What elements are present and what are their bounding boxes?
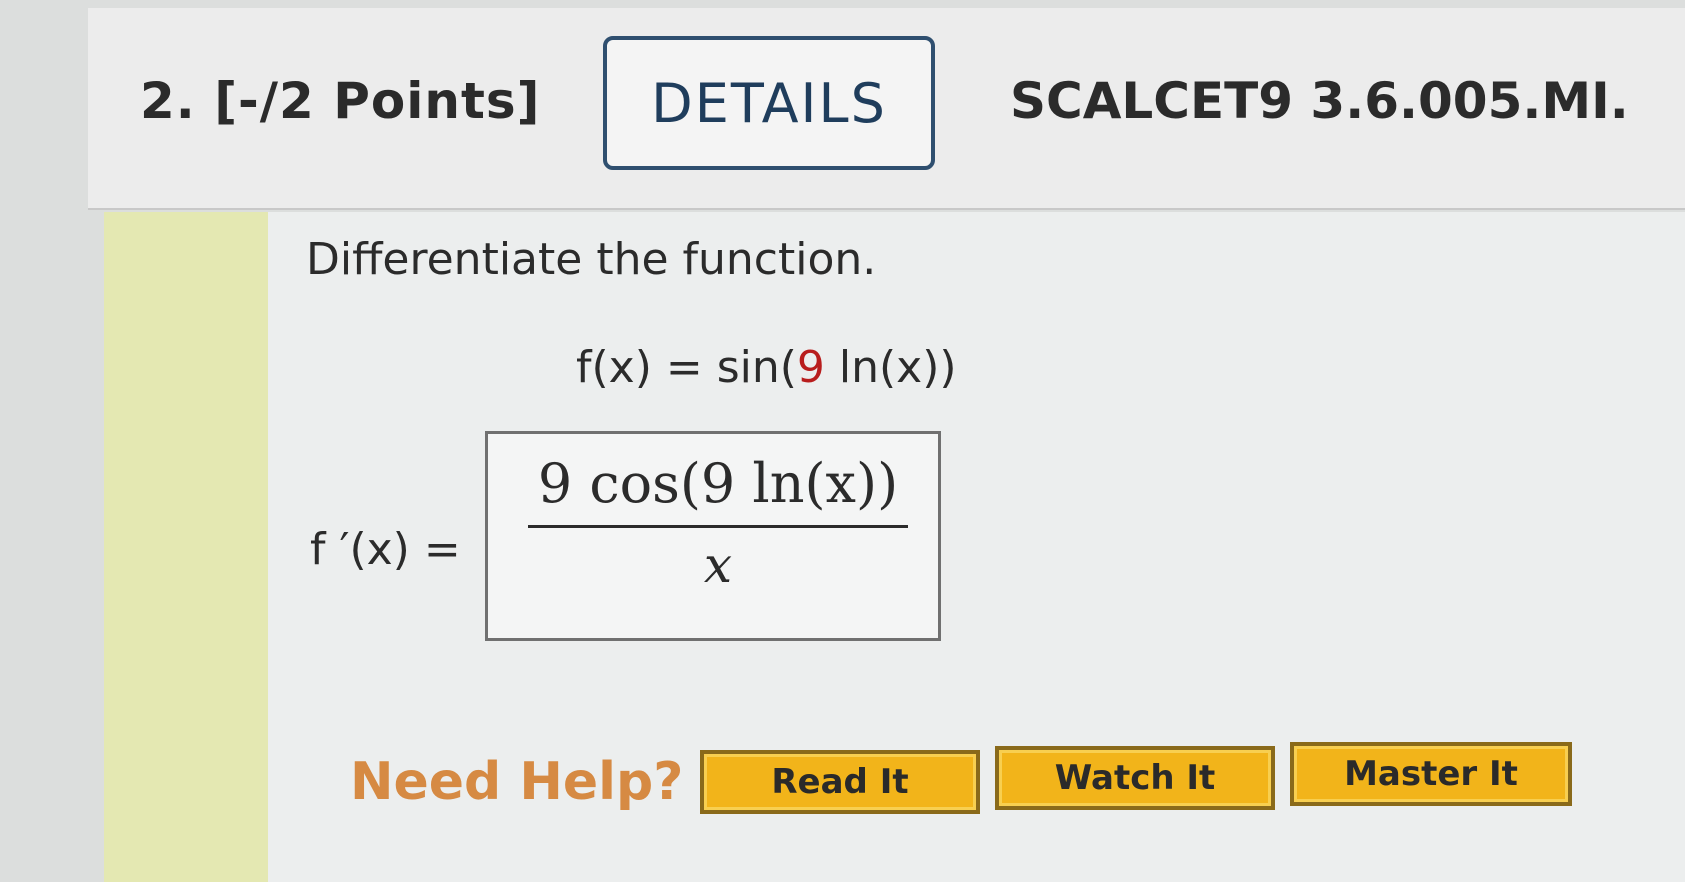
function-rhs: ln(x)) (824, 342, 957, 393)
function-lhs: f(x) = sin( (576, 342, 797, 393)
function-coefficient: 9 (796, 342, 825, 393)
master-it-button[interactable]: Master It (1290, 742, 1572, 806)
answer-numerator: 9 cos(9 ln(x)) (537, 452, 899, 515)
answer-input[interactable]: 9 cos(9 ln(x)) x (485, 431, 941, 641)
question-number-points: 2. [-/2 Points] (140, 72, 541, 130)
derivative-label: f ′(x) = (310, 524, 461, 575)
problem-id: SCALCET9 3.6.005.MI. (1010, 72, 1629, 130)
answer-denominator: x (703, 536, 733, 594)
answer-fraction: 9 cos(9 ln(x)) x (528, 452, 908, 594)
function-definition: f(x) = sin(9 ln(x)) (576, 342, 957, 393)
accent-strip (104, 212, 268, 882)
problem-prompt: Differentiate the function. (306, 234, 877, 285)
details-button[interactable]: DETAILS (603, 36, 935, 170)
read-it-button[interactable]: Read It (700, 750, 980, 814)
watch-it-button[interactable]: Watch It (995, 746, 1275, 810)
need-help-label: Need Help? (350, 752, 684, 812)
